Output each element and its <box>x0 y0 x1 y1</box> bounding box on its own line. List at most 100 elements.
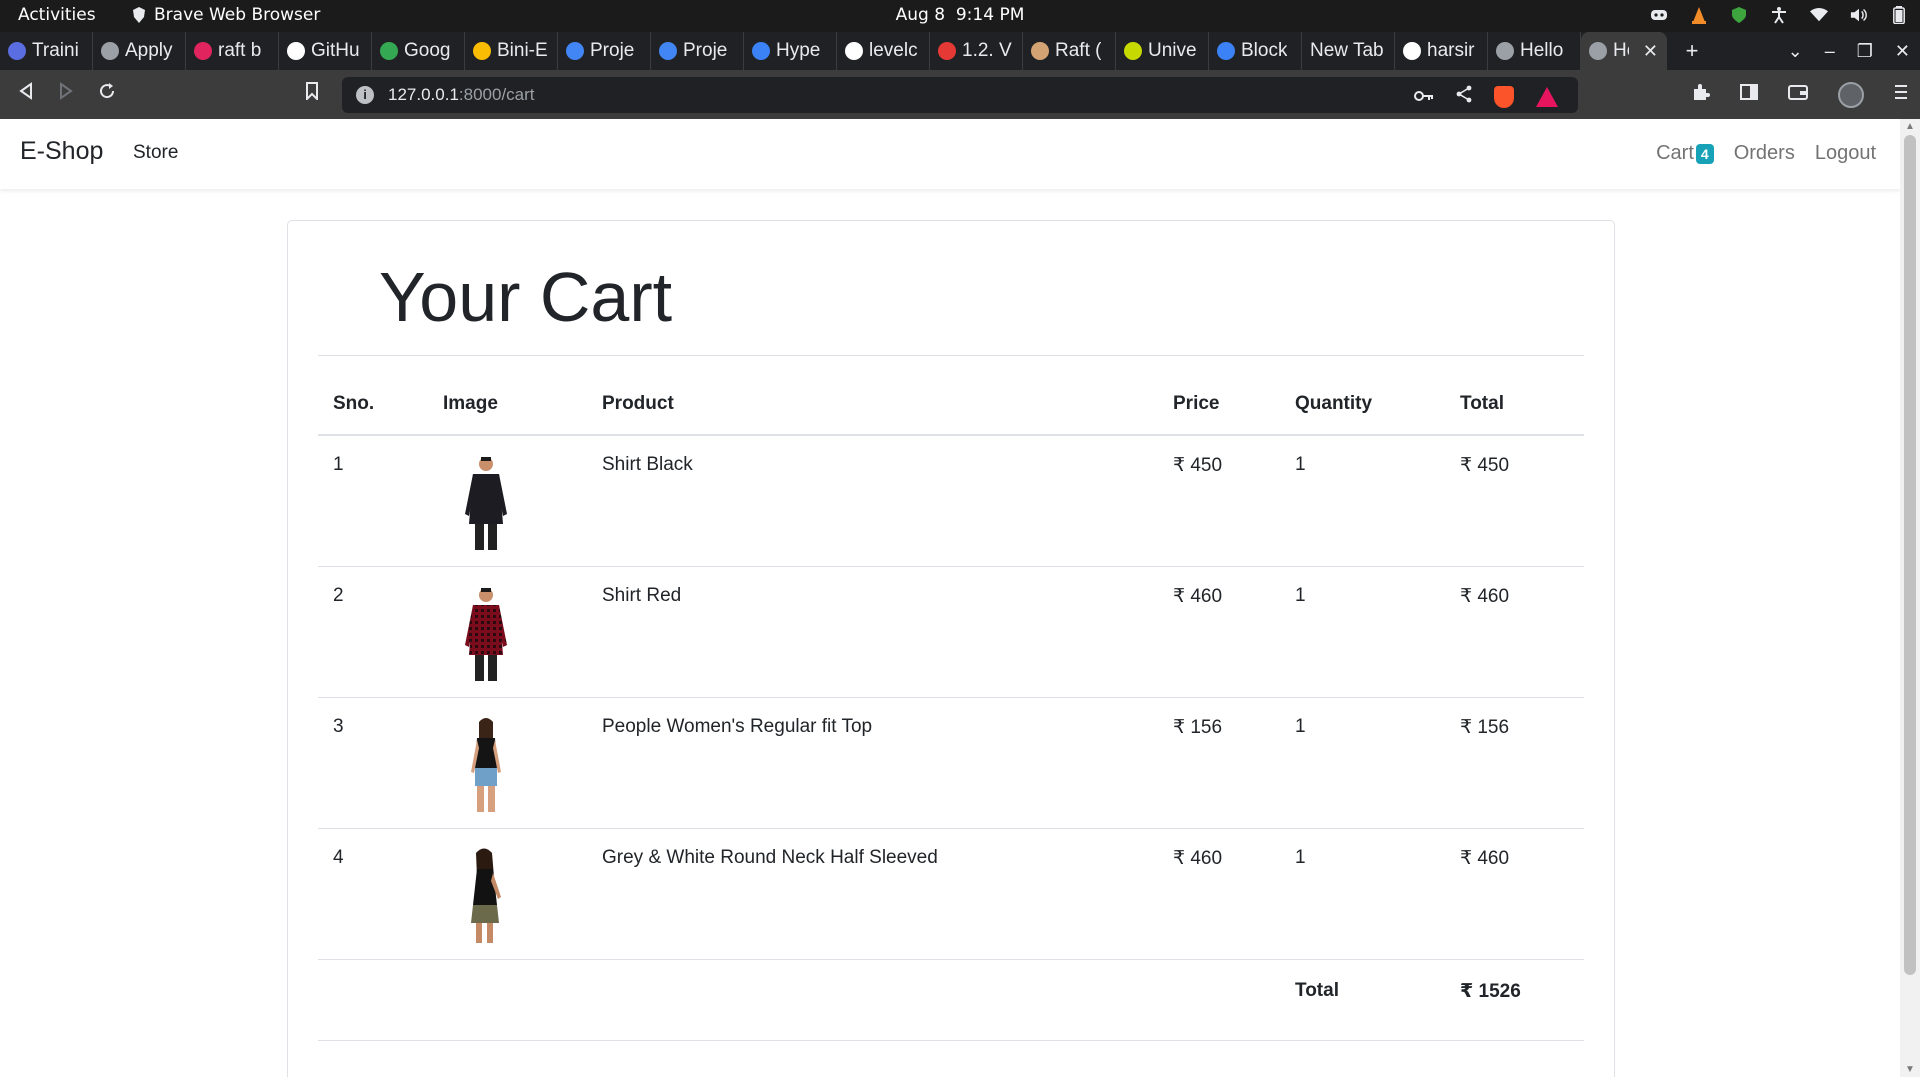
cell-sno: 4 <box>318 828 428 960</box>
back-button[interactable] <box>18 82 34 106</box>
restore-button[interactable]: ❐ <box>1857 41 1873 62</box>
accessibility-icon[interactable] <box>1770 6 1788 24</box>
browser-tab[interactable]: Raft ( <box>1023 32 1116 70</box>
browser-tab[interactable]: New Tab <box>1302 32 1395 70</box>
nav-link-store[interactable]: Store <box>133 142 178 164</box>
browser-tab[interactable]: raft b <box>186 32 279 70</box>
profile-avatar[interactable] <box>1838 82 1864 108</box>
scroll-up-arrow[interactable]: ▲ <box>1905 121 1915 132</box>
browser-tab[interactable]: Apply <box>93 32 186 70</box>
browser-tab[interactable]: levelc <box>837 32 930 70</box>
tab-favicon-icon <box>566 42 584 60</box>
tab-label: Goog <box>404 40 451 61</box>
site-info-icon[interactable]: i <box>356 86 374 104</box>
forward-button[interactable] <box>58 82 74 106</box>
tab-close-icon[interactable]: ✕ <box>1643 41 1658 62</box>
table-header-row: Sno. Image Product Price Quantity Total <box>318 373 1584 436</box>
nav-cart-label: Cart <box>1656 142 1694 164</box>
tab-favicon-icon <box>1124 42 1142 60</box>
browser-tab[interactable]: 1.2. V <box>930 32 1023 70</box>
scroll-down-arrow[interactable]: ▼ <box>1905 1064 1915 1075</box>
product-image-woman-black-dress <box>471 848 501 943</box>
activities-button[interactable]: Activities <box>18 5 96 25</box>
brave-shields-icon[interactable] <box>1494 85 1514 108</box>
browser-tab[interactable]: Proje <box>651 32 744 70</box>
column-header-image: Image <box>428 373 587 436</box>
vlc-icon[interactable] <box>1690 6 1708 24</box>
url-host: 127.0.0.1 <box>388 85 459 104</box>
close-window-button[interactable]: ✕ <box>1895 41 1910 62</box>
tab-label: Block <box>1241 40 1288 61</box>
reload-icon <box>100 83 115 99</box>
page-title: Your Cart <box>379 258 673 336</box>
bookmark-button[interactable] <box>305 82 319 106</box>
wallet-icon[interactable] <box>1788 84 1808 106</box>
tab-favicon-icon <box>1031 42 1049 60</box>
wifi-icon[interactable] <box>1810 6 1828 24</box>
scrollbar-thumb[interactable] <box>1904 135 1916 975</box>
browser-tab[interactable]: GitHu <box>279 32 372 70</box>
cell-sno: 2 <box>318 566 428 698</box>
nav-link-logout[interactable]: Logout <box>1815 142 1876 165</box>
cell-sno: 1 <box>318 435 428 567</box>
tab-favicon-icon <box>1403 42 1421 60</box>
tab-label: Proje <box>683 40 728 61</box>
volume-icon[interactable] <box>1850 6 1868 24</box>
app-menu[interactable]: Brave Web Browser <box>132 5 320 25</box>
shield-icon[interactable] <box>1730 6 1748 24</box>
share-icon[interactable] <box>1456 85 1472 108</box>
tab-favicon-icon <box>1217 42 1235 60</box>
cell-price: ₹ 460 <box>1158 828 1280 960</box>
extensions-icon[interactable] <box>1692 83 1710 107</box>
address-bar[interactable]: i 127.0.0.1:8000/cart <box>342 77 1578 113</box>
browser-tab[interactable]: Goog <box>372 32 465 70</box>
tab-label: levelc <box>869 40 918 61</box>
site-brand-link[interactable]: E-Shop <box>20 137 103 166</box>
tab-label: GitHu <box>311 40 360 61</box>
browser-tab[interactable]: Block <box>1209 32 1302 70</box>
sidebar-icon[interactable] <box>1740 84 1758 106</box>
tab-label: Apply <box>125 40 173 61</box>
new-tab-button[interactable]: + <box>1675 38 1709 64</box>
reload-button[interactable] <box>98 82 116 106</box>
table-row: 3 People Women's Regular fit Top ₹ 156 1 <box>318 697 1584 829</box>
browser-tab-active[interactable]: He ✕ <box>1581 32 1667 70</box>
clock-time: 9:14 PM <box>955 5 1025 25</box>
column-header-product: Product <box>587 373 1158 436</box>
nav-link-orders[interactable]: Orders <box>1734 142 1795 165</box>
discord-icon[interactable] <box>1650 6 1668 24</box>
column-header-total: Total <box>1445 373 1584 436</box>
browser-tab[interactable]: Bini-E <box>465 32 558 70</box>
menu-icon[interactable] <box>1894 84 1908 106</box>
cell-image <box>428 435 587 567</box>
minimize-button[interactable]: – <box>1825 41 1835 62</box>
browser-tab[interactable]: Hype <box>744 32 837 70</box>
tab-label: Proje <box>590 40 635 61</box>
browser-tab[interactable]: Unive <box>1116 32 1209 70</box>
nav-link-cart[interactable]: Cart 4 <box>1656 142 1714 165</box>
tab-label: Traini <box>32 40 79 61</box>
page-scrollbar[interactable]: ▲ ▼ <box>1900 119 1920 1077</box>
browser-tab[interactable]: Traini <box>0 32 93 70</box>
cell-image <box>428 828 587 960</box>
tab-favicon-icon <box>752 42 770 60</box>
brave-rewards-icon[interactable] <box>1536 86 1558 107</box>
tab-favicon-icon <box>938 42 956 60</box>
tab-search-chevron-icon[interactable]: ⌄ <box>1788 41 1803 62</box>
cell-total: ₹ 460 <box>1445 566 1584 698</box>
browser-toolbar: i 127.0.0.1:8000/cart <box>0 70 1920 119</box>
tab-label: Raft ( <box>1055 40 1102 61</box>
clock-button[interactable]: Aug 8 9:14 PM <box>896 5 1025 25</box>
cart-count-badge: 4 <box>1695 143 1714 164</box>
cell-product: People Women's Regular fit Top <box>587 697 1158 829</box>
key-icon[interactable] <box>1414 87 1434 107</box>
battery-icon[interactable] <box>1890 6 1908 24</box>
back-icon <box>19 82 32 100</box>
column-header-price: Price <box>1158 373 1280 436</box>
tab-favicon-icon <box>1589 42 1607 60</box>
browser-tab[interactable]: Proje <box>558 32 651 70</box>
system-tray[interactable] <box>1650 6 1908 24</box>
browser-tab[interactable]: harsir <box>1395 32 1488 70</box>
tab-label: raft b <box>218 40 262 61</box>
browser-tab[interactable]: Hello <box>1488 32 1581 70</box>
